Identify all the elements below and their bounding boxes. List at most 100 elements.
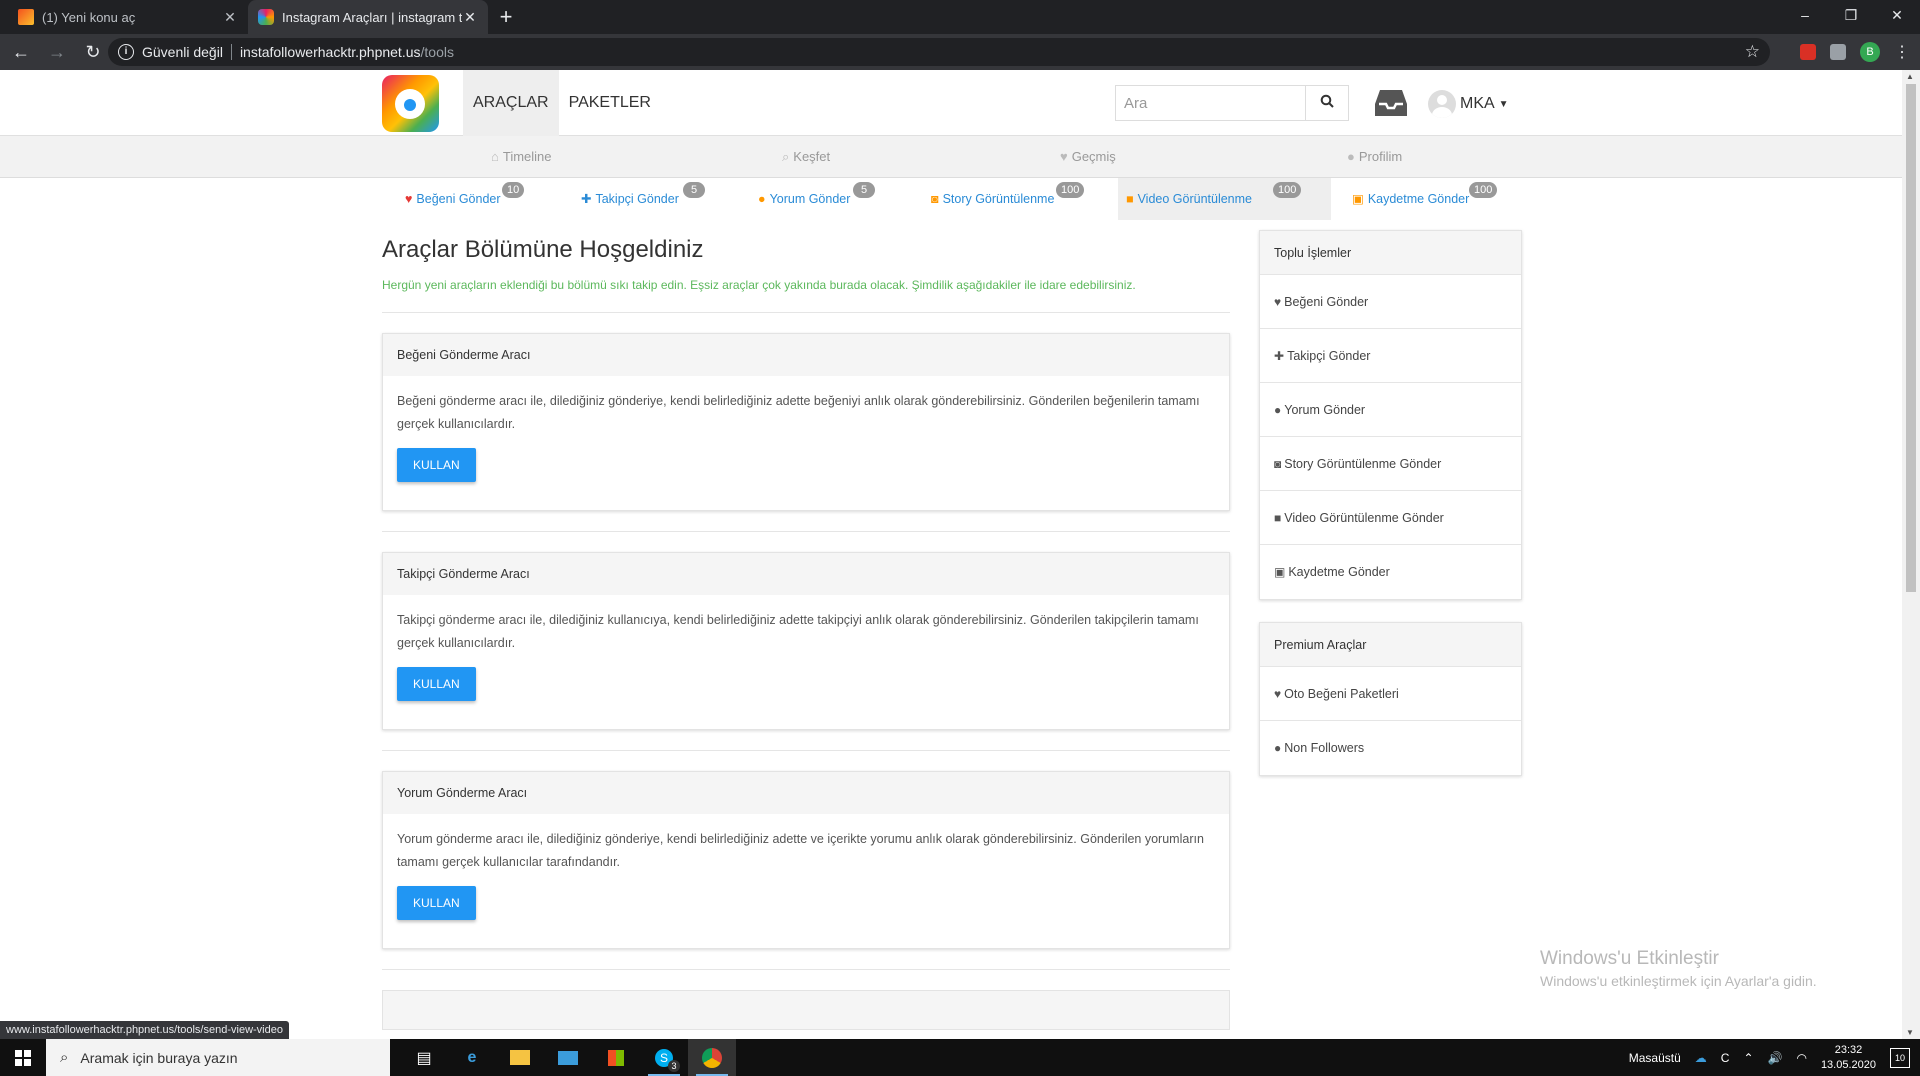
divider [382, 750, 1230, 751]
browser-tab-strip: (1) Yeni konu aç ✕ Instagram Araçları | … [0, 0, 1920, 34]
nav-packages[interactable]: PAKETLER [559, 70, 661, 136]
forward-button[interactable]: → [42, 37, 72, 67]
search-icon: ⌕ [782, 149, 790, 164]
restore-button[interactable]: ❐ [1828, 0, 1874, 30]
notification-center-icon[interactable]: 10 [1890, 1047, 1910, 1068]
main-nav: ARAÇLAR PAKETLER [463, 70, 661, 136]
tab-title: (1) Yeni konu aç [42, 9, 136, 25]
users-icon: ● [1274, 741, 1282, 755]
scrollbar-thumb[interactable] [1906, 84, 1916, 592]
tool-tab-follower[interactable]: ✚ Takipçi Gönder [573, 178, 687, 220]
windows-logo-icon [15, 1049, 31, 1066]
comment-icon: ● [1274, 403, 1282, 417]
tool-tab-comment[interactable]: ● Yorum Gönder [750, 178, 858, 220]
premium-item-auto-like[interactable]: ♥ Oto Beğeni Paketleri [1260, 667, 1521, 721]
sub-nav-timeline[interactable]: ⌂ Timeline [491, 136, 552, 178]
back-button[interactable]: ← [6, 37, 36, 67]
task-view-icon[interactable]: ▤ [400, 1039, 448, 1076]
skype-badge: 3 [668, 1060, 680, 1072]
url-host[interactable]: instafollowerhacktr.phpnet.us [240, 44, 421, 60]
wifi-icon[interactable]: ◠ [1796, 1051, 1806, 1065]
close-tab-icon[interactable]: ✕ [462, 9, 478, 26]
tool-tab-label: Yorum Gönder [769, 192, 851, 206]
sub-nav-label: Timeline [502, 149, 552, 164]
video-icon: ■ [1274, 511, 1282, 525]
tool-badge: 5 [853, 182, 875, 198]
sub-nav-history[interactable]: ♥ Geçmiş [1060, 136, 1116, 178]
panel-title: Premium Araçlar [1260, 623, 1521, 667]
card-text: Yorum gönderme aracı ile, dilediğiniz gö… [397, 832, 1204, 869]
avatar [1428, 90, 1456, 118]
tool-tab-save[interactable]: ▣ Kaydetme Gönder [1344, 178, 1477, 220]
user-icon: ● [1347, 149, 1355, 164]
extension-icons: B ⋮ [1800, 34, 1910, 70]
new-tab-button[interactable]: + [493, 4, 519, 30]
reload-button[interactable]: ↻ [78, 37, 108, 67]
user-plus-icon: ✚ [1274, 349, 1285, 363]
bulk-item-comment[interactable]: ● Yorum Gönder [1260, 383, 1521, 437]
bulk-item-follower[interactable]: ✚ Takipçi Gönder [1260, 329, 1521, 383]
premium-item-non-followers[interactable]: ● Non Followers [1260, 721, 1521, 775]
browser-tab-active[interactable]: Instagram Araçları | instagram tak ✕ [248, 0, 488, 34]
logo-dot [404, 99, 416, 111]
inbox-icon[interactable] [1374, 88, 1408, 118]
desktop-label[interactable]: Masaüstü [1629, 1051, 1681, 1065]
chrome-icon[interactable] [688, 1039, 736, 1076]
close-window-button[interactable]: ✕ [1874, 0, 1920, 30]
site-logo[interactable] [382, 75, 439, 132]
tool-tab-like[interactable]: ♥ Beğeni Gönder [397, 178, 509, 220]
search-input[interactable] [1115, 85, 1305, 121]
nav-tools[interactable]: ARAÇLAR [463, 70, 559, 136]
use-comment-tool-button[interactable]: KULLAN [397, 886, 476, 920]
address-bar[interactable]: i Güvenli değil instafollowerhacktr.phpn… [108, 38, 1770, 66]
tool-badge: 5 [683, 182, 705, 198]
tray-chevron-up-icon[interactable]: ⌃ [1743, 1051, 1753, 1065]
sub-nav-explore[interactable]: ⌕ Keşfet [782, 136, 830, 178]
comment-icon: ● [758, 192, 766, 206]
use-like-tool-button[interactable]: KULLAN [397, 448, 476, 482]
use-follower-tool-button[interactable]: KULLAN [397, 667, 476, 701]
username: MKA [1460, 95, 1495, 112]
user-menu[interactable]: MKA ▼ [1428, 90, 1509, 118]
mail-icon[interactable] [544, 1039, 592, 1076]
minimize-button[interactable]: – [1782, 0, 1828, 30]
tool-tab-story[interactable]: ◙ Story Görüntülenme [923, 178, 1062, 220]
profile-avatar[interactable]: B [1860, 42, 1880, 62]
search-button[interactable] [1305, 85, 1349, 121]
start-button[interactable] [0, 1039, 46, 1076]
skype-icon[interactable]: S3 [640, 1039, 688, 1076]
window-controls: – ❐ ✕ [1782, 0, 1920, 30]
main-content: Araçlar Bölümüne Hoşgeldiniz Hergün yeni… [382, 220, 1230, 1030]
panel-item-label: Non Followers [1284, 741, 1365, 755]
volume-icon[interactable]: 🔊 [1768, 1051, 1783, 1065]
taskbar-search-box[interactable]: ⌕ Aramak için buraya yazın [46, 1039, 390, 1076]
url-path[interactable]: /tools [421, 44, 454, 60]
info-icon[interactable]: i [118, 44, 134, 60]
divider [382, 531, 1230, 532]
close-tab-icon[interactable]: ✕ [222, 9, 238, 26]
extension-red-icon[interactable] [1800, 44, 1816, 60]
system-clock[interactable]: 23:32 13.05.2020 [1821, 1043, 1876, 1073]
scroll-down-icon[interactable]: ▼ [1906, 1028, 1914, 1037]
browser-tab[interactable]: (1) Yeni konu aç ✕ [8, 0, 248, 34]
bookmark-star-icon[interactable]: ☆ [1745, 42, 1760, 62]
security-label[interactable]: Güvenli değil [142, 44, 223, 60]
taskbar-search-placeholder: Aramak için buraya yazın [80, 1049, 238, 1066]
scroll-up-icon[interactable]: ▲ [1906, 72, 1914, 81]
video-icon: ■ [1126, 192, 1134, 206]
file-explorer-icon[interactable] [496, 1039, 544, 1076]
menu-kebab-icon[interactable]: ⋮ [1894, 42, 1910, 62]
bulk-item-video[interactable]: ■ Video Görüntülenme Gönder [1260, 491, 1521, 545]
store-icon[interactable] [592, 1039, 640, 1076]
sub-nav-profile[interactable]: ● Profilim [1347, 136, 1402, 178]
page-scrollbar[interactable]: ▲ ▼ [1902, 70, 1920, 1039]
chrome-logo-icon [702, 1047, 722, 1068]
onedrive-icon[interactable]: ☁ [1695, 1051, 1707, 1065]
bulk-item-save[interactable]: ▣ Kaydetme Gönder [1260, 545, 1521, 599]
heart-icon: ♥ [1274, 295, 1282, 309]
edge-icon[interactable]: e [448, 1039, 496, 1076]
bulk-item-story[interactable]: ◙ Story Görüntülenme Gönder [1260, 437, 1521, 491]
bulk-item-like[interactable]: ♥ Beğeni Gönder [1260, 275, 1521, 329]
extension-printer-icon[interactable] [1830, 44, 1846, 60]
weather-label[interactable]: C [1721, 1051, 1730, 1065]
